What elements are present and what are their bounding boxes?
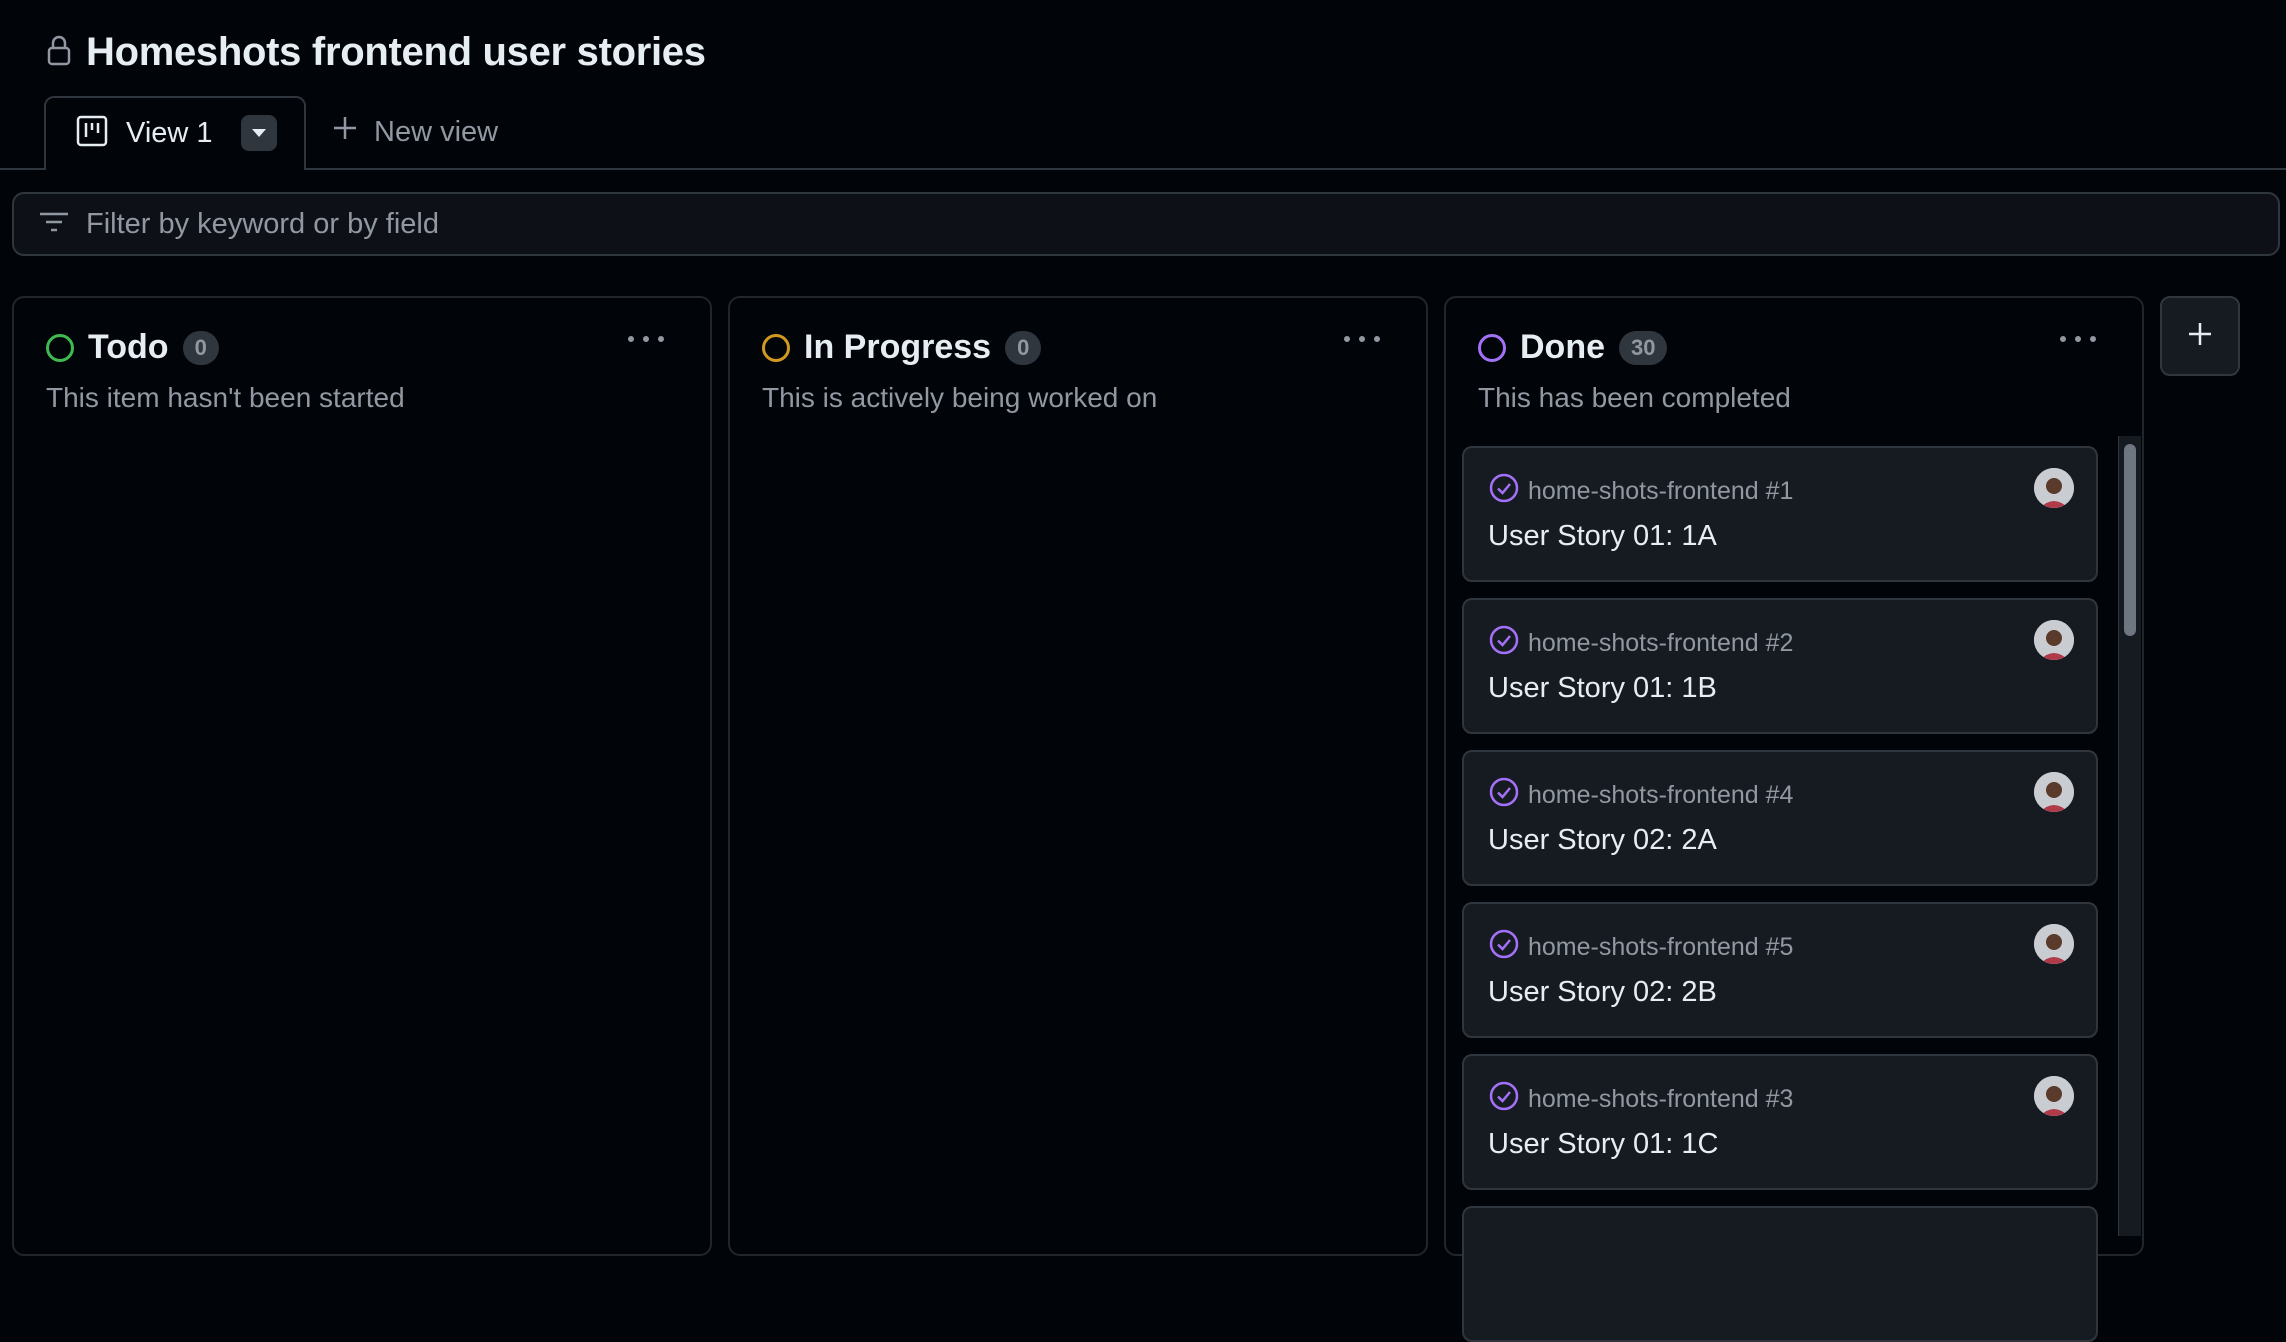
issue-reference: home-shots-frontend #4 (1528, 781, 1794, 809)
status-circle-icon (1478, 333, 1506, 362)
issue-card[interactable]: home-shots-frontend #5 User Story 02: 2B (1462, 902, 2098, 1038)
issue-card[interactable]: home-shots-frontend #2 User Story 01: 1B (1462, 598, 2098, 734)
column-name: Done (1520, 328, 1605, 366)
assignee-avatar[interactable] (2034, 924, 2074, 964)
issue-title: User Story 01: 1A (1488, 520, 1717, 552)
issue-reference: home-shots-frontend #3 (1528, 1085, 1794, 1113)
view-options-button[interactable] (240, 115, 277, 151)
filter-icon (38, 210, 70, 239)
column-description: This item hasn't been started (46, 382, 405, 413)
issue-closed-icon (1488, 472, 1520, 511)
issue-card[interactable]: home-shots-frontend #1 User Story 01: 1A (1462, 446, 2098, 582)
assignee-avatar[interactable] (2034, 620, 2074, 660)
column-name: In Progress (804, 328, 992, 366)
status-circle-icon (46, 333, 74, 362)
triangle-down-icon (251, 129, 266, 137)
tab-view-1[interactable]: View 1 (44, 96, 306, 170)
add-column-button[interactable] (2160, 296, 2240, 376)
issue-title: User Story 02: 2A (1488, 824, 1717, 856)
issue-reference: home-shots-frontend #1 (1528, 477, 1794, 505)
column-in-progress: In Progress 0 This is actively being wor… (728, 296, 1428, 1256)
assignee-avatar[interactable] (2034, 468, 2074, 508)
issue-title: User Story 02: 2B (1488, 976, 1717, 1008)
new-view-label: New view (374, 115, 499, 148)
issue-closed-icon (1488, 928, 1520, 967)
project-board-icon (76, 115, 108, 152)
column-todo: Todo 0 This item hasn't been started (12, 296, 712, 1256)
column-menu-button[interactable] (1344, 334, 1380, 344)
column-name: Todo (88, 328, 169, 366)
lock-icon (44, 34, 74, 71)
issue-card[interactable]: home-shots-frontend #4 User Story 02: 2A (1462, 750, 2098, 886)
filter-input[interactable]: Filter by keyword or by field (12, 192, 2280, 256)
assignee-avatar[interactable] (2034, 1076, 2074, 1116)
plus-icon (332, 115, 358, 149)
assignee-avatar[interactable] (2034, 772, 2074, 812)
issue-closed-icon (1488, 624, 1520, 663)
plus-icon (2187, 321, 2213, 352)
issue-reference: home-shots-frontend #2 (1528, 629, 1794, 657)
scrollbar-thumb[interactable] (2124, 444, 2136, 636)
issue-card[interactable]: home-shots-frontend #3 User Story 01: 1C (1462, 1054, 2098, 1190)
column-menu-button[interactable] (628, 334, 664, 344)
issue-title: User Story 01: 1C (1488, 1128, 1719, 1160)
column-count: 0 (182, 330, 219, 365)
project-title: Homeshots frontend user stories (86, 29, 706, 74)
project-header: Homeshots frontend user stories (44, 24, 706, 80)
column-count: 0 (1005, 330, 1042, 365)
issue-card[interactable] (1462, 1206, 2098, 1342)
filter-placeholder: Filter by keyword or by field (86, 207, 439, 240)
new-view-button[interactable]: New view (332, 96, 498, 168)
issue-title: User Story 01: 1B (1488, 672, 1717, 704)
done-column-scrollbar[interactable] (2118, 436, 2141, 1236)
column-menu-button[interactable] (2060, 334, 2096, 344)
column-description: This is actively being worked on (762, 382, 1158, 413)
view-tabbar: View 1 New view (0, 96, 2286, 170)
issue-closed-icon (1488, 776, 1520, 815)
status-circle-icon (762, 333, 790, 362)
issue-reference: home-shots-frontend #5 (1528, 933, 1794, 961)
column-description: This has been completed (1478, 382, 1791, 413)
column-count: 30 (1619, 330, 1668, 365)
issue-closed-icon (1488, 1080, 1520, 1119)
tab-label: View 1 (126, 116, 213, 149)
column-done: Done 30 This has been completed home-sho… (1444, 296, 2144, 1342)
